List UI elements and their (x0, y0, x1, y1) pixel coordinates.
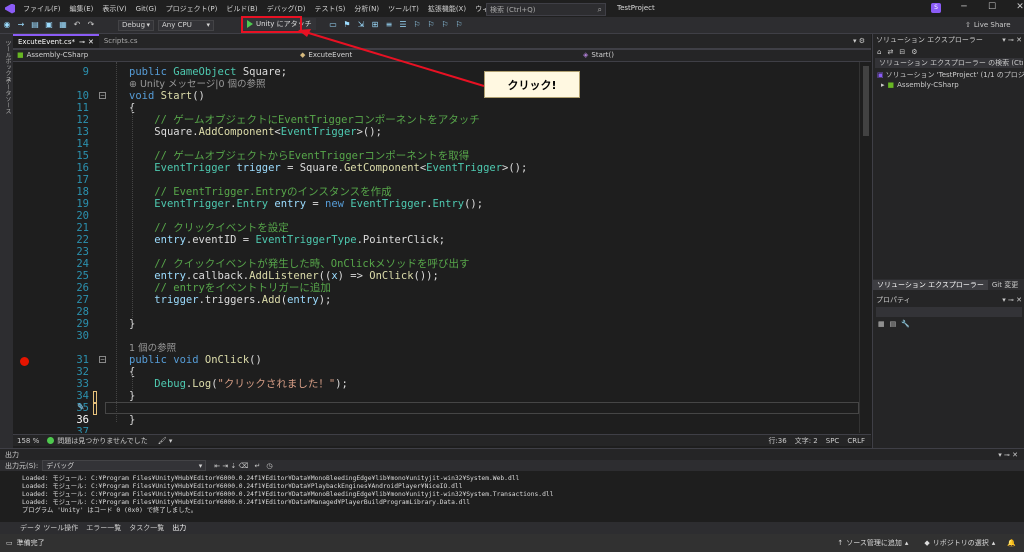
output-log: Loaded: モジュール: C:¥Program Files¥Unity¥Hu… (0, 471, 1024, 515)
bottom-tabs: データ ツール操作 エラー一覧 タスク一覧 出力 (0, 522, 1024, 534)
output-title: 出力 (5, 450, 19, 459)
solution-explorer-header: ソリューション エクスプローラー ▾ ⊸ ✕ (873, 34, 1024, 46)
no-issues-icon (47, 437, 55, 444)
char-indicator[interactable]: 文字: 2 (795, 436, 818, 446)
chevron-right-icon: ▸ (881, 81, 885, 89)
ready-icon: ▭ (6, 539, 13, 547)
properties-object-dropdown[interactable] (876, 307, 1022, 317)
output-line: Loaded: モジュール: C:¥Program Files¥Unity¥Hu… (22, 499, 471, 506)
project-node[interactable]: ▸ ■ Assembly-CSharp (873, 80, 1024, 90)
settings-icon[interactable]: ⚙ (911, 48, 917, 56)
source-control-icon: ↑ (837, 539, 844, 547)
line-ending-indicator[interactable]: CRLF (847, 437, 865, 445)
output-panel: 出力 ▾ ⊸ ✕ 出力元(S): デバッグ ▾ ⇤ ⇥ ⇣ ⌫ ↵ ◷ Loade… (0, 448, 1024, 522)
solution-icon: ▣ (877, 71, 884, 79)
word-wrap-icon[interactable]: ↵ (254, 462, 260, 470)
brush-icon[interactable]: 🖌 ▾ (158, 437, 173, 445)
select-repository[interactable]: リポジトリの選択 (933, 538, 989, 548)
filter-icon[interactable]: ⊟ (899, 48, 905, 56)
output-toolbar: 出力元(S): デバッグ ▾ ⇤ ⇥ ⇣ ⌫ ↵ ◷ (0, 460, 1024, 471)
solution-node[interactable]: ▣ ソリューション 'TestProject' (1/1 のプロジェクト) (873, 70, 1024, 80)
zoom-level[interactable]: 158 % (17, 437, 39, 445)
properties-title: プロパティ (876, 296, 911, 304)
chevron-up-icon: ▴ (904, 539, 909, 547)
tab-git-changes[interactable]: Git 変更 (988, 280, 1022, 290)
alphabetical-icon[interactable]: ▤ (890, 320, 897, 328)
notifications-icon[interactable]: 🔔 (1007, 539, 1016, 547)
pane-menu-icon[interactable]: ▾ ⊸ ✕ (998, 451, 1018, 459)
tab-error-list[interactable]: エラー一覧 (86, 523, 121, 533)
solution-search-placeholder: ソリューション エクスプローラー の検索 (Ctrl+;) (879, 59, 1023, 67)
add-to-source-control[interactable]: ソース管理に追加 (846, 538, 902, 548)
callout-label: クリック! (484, 71, 580, 98)
pane-menu-icon[interactable]: ▾ ⊸ ✕ (1002, 36, 1022, 44)
solution-explorer-toolbar: ⌂ ⇄ ⊟ ⚙ (873, 46, 1024, 58)
properties-toolbar: ▦ ▤ 🔧 (878, 320, 910, 328)
output-header: 出力 ▾ ⊸ ✕ (0, 449, 1024, 460)
output-source-label: 出力元(S): (5, 461, 39, 470)
tab-output[interactable]: 出力 (172, 523, 186, 533)
tab-data-tools[interactable]: データ ツール操作 (20, 523, 78, 533)
spc-indicator[interactable]: SPC (826, 437, 840, 445)
repo-icon: ◆ (924, 539, 930, 547)
output-line: プログラム 'Unity' はコード 0 (0x0) で終了しました。 (22, 507, 198, 514)
output-line: Loaded: モジュール: C:¥Program Files¥Unity¥Hu… (22, 475, 520, 482)
home-icon[interactable]: ⌂ (877, 48, 881, 56)
solution-label: ソリューション 'TestProject' (1/1 のプロジェクト) (885, 71, 1024, 79)
pane-menu-icon[interactable]: ▾ ⊸ ✕ (1002, 296, 1022, 304)
right-pane-tabs: ソリューション エクスプローラー Git 変更 (873, 279, 1024, 290)
tab-task-list[interactable]: タスク一覧 (129, 523, 164, 533)
csharp-project-icon: ■ (887, 81, 895, 89)
output-line: Loaded: モジュール: C:¥Program Files¥Unity¥Hu… (22, 491, 554, 498)
output-line: Loaded: モジュール: C:¥Program Files¥Unity¥Hu… (22, 483, 463, 490)
tab-solution-explorer[interactable]: ソリューション エクスプローラー (873, 279, 988, 290)
output-source-value: デバッグ (46, 461, 75, 470)
ready-status: 準備完了 (16, 539, 45, 547)
line-indicator[interactable]: 行:36 (768, 436, 786, 446)
wrench-icon[interactable]: 🔧 (901, 320, 910, 328)
chevron-up-icon: ▴ (991, 539, 996, 547)
chevron-down-icon: ▾ (198, 461, 203, 470)
status-bar: ▭ 準備完了 ↑ ソース管理に追加 ▴ ◆ リポジトリの選択 ▴ 🔔 (0, 534, 1024, 552)
issues-status[interactable]: 問題は見つかりませんでした (57, 436, 147, 446)
output-source-dropdown[interactable]: デバッグ ▾ (42, 460, 207, 471)
solution-search-input[interactable]: ソリューション エクスプローラー の検索 (Ctrl+;) (875, 58, 1023, 68)
find-message-icon[interactable]: ⇤ ⇥ ⇣ ⌫ (214, 462, 248, 470)
categorized-icon[interactable]: ▦ (878, 320, 885, 328)
properties-header: プロパティ ▾ ⊸ ✕ (873, 294, 1024, 306)
clock-icon[interactable]: ◷ (266, 462, 272, 470)
right-pane: ソリューション エクスプローラー ▾ ⊸ ✕ ⌂ ⇄ ⊟ ⚙ ソリューション エクスプ… (872, 34, 1024, 518)
solution-explorer-title: ソリューション エクスプローラー (876, 36, 983, 44)
project-label: Assembly-CSharp (897, 81, 959, 89)
editor-status-bar: 158 % 問題は見つかりませんでした 🖌 ▾ 行:36 文字: 2 SPC C… (13, 434, 871, 446)
sync-icon[interactable]: ⇄ (887, 48, 893, 56)
